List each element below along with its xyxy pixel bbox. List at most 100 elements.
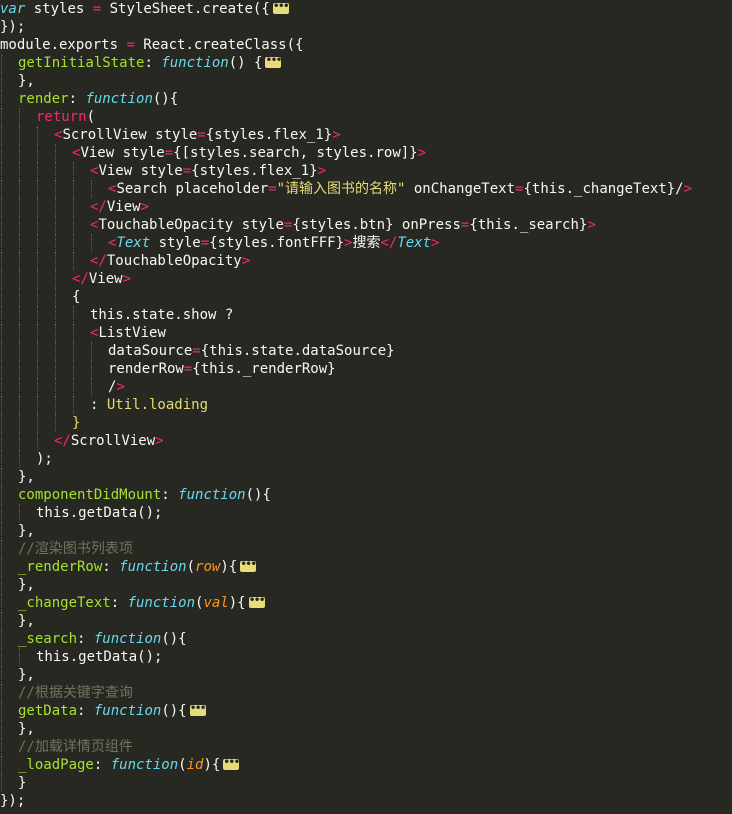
code-token: );: [36, 451, 53, 467]
code-line[interactable]: },: [0, 720, 732, 738]
code-token: "请输入图书的名称": [276, 181, 406, 197]
indent-guide: [1, 756, 2, 774]
indent-guide: [37, 144, 38, 162]
indent-guide: [73, 198, 74, 216]
code-line[interactable]: _search: function(){: [0, 630, 732, 648]
indent-guide: [73, 234, 74, 252]
indent-guide: [55, 270, 56, 288]
indent-guide: [1, 90, 2, 108]
code-line[interactable]: },: [0, 522, 732, 540]
code-token: dataSource: [108, 343, 193, 359]
fold-ellipsis-icon[interactable]: [248, 596, 265, 608]
code-line[interactable]: </TouchableOpacity>: [0, 252, 732, 270]
code-line[interactable]: <TouchableOpacity style={styles.btn} onP…: [0, 216, 732, 234]
code-token: Util.loading: [106, 397, 209, 413]
indent-guide: [19, 270, 20, 288]
code-line[interactable]: this.getData();: [0, 504, 732, 522]
code-line[interactable]: },: [0, 468, 732, 486]
fold-ellipsis-icon[interactable]: [272, 2, 289, 14]
code-line[interactable]: module.exports = React.createClass({: [0, 36, 732, 54]
code-line[interactable]: {: [0, 288, 732, 306]
code-line[interactable]: _loadPage: function(id){: [0, 756, 732, 774]
code-token: },: [18, 667, 35, 683]
code-line[interactable]: },: [0, 612, 732, 630]
code-token: =: [200, 235, 210, 251]
code-line[interactable]: componentDidMount: function(){: [0, 486, 732, 504]
code-line[interactable]: this.getData();: [0, 648, 732, 666]
code-token: {styles.flex_1}: [205, 127, 333, 143]
code-token: :: [102, 559, 120, 575]
code-line[interactable]: <Search placeholder="请输入图书的名称" onChangeT…: [0, 180, 732, 198]
code-line[interactable]: </View>: [0, 270, 732, 288]
code-line[interactable]: </ScrollView>: [0, 432, 732, 450]
code-token: return: [36, 109, 87, 125]
code-line[interactable]: }: [0, 414, 732, 432]
code-token: >: [417, 145, 427, 161]
code-line[interactable]: },: [0, 72, 732, 90]
code-token: Search placeholder: [116, 181, 269, 197]
fold-ellipsis-icon[interactable]: [265, 56, 282, 68]
code-line[interactable]: });: [0, 18, 732, 36]
fold-ellipsis-icon[interactable]: [189, 704, 206, 716]
code-line[interactable]: //加载详情页组件: [0, 738, 732, 756]
code-line[interactable]: : Util.loading: [0, 396, 732, 414]
code-line[interactable]: }: [0, 774, 732, 792]
indent-guide: [19, 180, 20, 198]
code-token: componentDidMount: [18, 487, 162, 503]
code-line[interactable]: },: [0, 666, 732, 684]
code-line[interactable]: this.state.show ?: [0, 306, 732, 324]
code-content: <Text style={styles.fontFFF}>搜索</Text>: [0, 235, 439, 251]
code-token: >: [587, 217, 596, 233]
code-line[interactable]: );: [0, 450, 732, 468]
code-token: >: [122, 271, 132, 287]
code-line[interactable]: return(: [0, 108, 732, 126]
code-line[interactable]: />: [0, 378, 732, 396]
code-content: this.getData();: [0, 649, 162, 665]
code-token: :: [90, 397, 107, 413]
code-line[interactable]: //渲染图书列表项: [0, 540, 732, 558]
indent-guide: [37, 252, 38, 270]
code-line[interactable]: getData: function(){: [0, 702, 732, 720]
code-token: val: [203, 595, 229, 611]
code-line[interactable]: <ListView: [0, 324, 732, 342]
indent-guide: [55, 414, 56, 432]
fold-ellipsis-icon[interactable]: [223, 758, 240, 770]
indent-guide: [1, 666, 2, 684]
code-line[interactable]: <View style={[styles.search, styles.row]…: [0, 144, 732, 162]
code-content: </ScrollView>: [0, 433, 164, 449]
code-token: function: [85, 91, 153, 107]
code-line[interactable]: </View>: [0, 198, 732, 216]
code-line[interactable]: <Text style={styles.fontFFF}>搜索</Text>: [0, 234, 732, 252]
indent-guide: [19, 378, 20, 396]
code-token: {styles.flex_1}: [191, 163, 318, 179]
code-content: _changeText: function(val){: [0, 595, 265, 611]
code-line[interactable]: _changeText: function(val){: [0, 594, 732, 612]
code-line[interactable]: <ScrollView style={styles.flex_1}>: [0, 126, 732, 144]
indent-guide: [1, 468, 2, 486]
code-line[interactable]: //根据关键字查询: [0, 684, 732, 702]
code-line[interactable]: });: [0, 792, 732, 810]
code-line[interactable]: },: [0, 576, 732, 594]
code-token: =: [182, 163, 192, 179]
code-line[interactable]: render: function(){: [0, 90, 732, 108]
code-token: </: [90, 253, 107, 269]
indent-guide: [19, 324, 20, 342]
indent-guide: [19, 252, 20, 270]
code-content: }: [0, 775, 26, 791]
indent-guide: [73, 180, 74, 198]
code-line[interactable]: <View style={styles.flex_1}>: [0, 162, 732, 180]
indent-guide: [91, 234, 92, 252]
code-line[interactable]: _renderRow: function(row){: [0, 558, 732, 576]
code-line[interactable]: renderRow={this._renderRow}: [0, 360, 732, 378]
code-token: :: [68, 91, 86, 107]
code-line[interactable]: getInitialState: function() {: [0, 54, 732, 72]
indent-guide: [37, 360, 38, 378]
code-token: 搜索: [352, 235, 381, 251]
code-editor[interactable]: var styles = StyleSheet.create({}); modul…: [0, 0, 732, 814]
code-token: },: [18, 613, 35, 629]
fold-ellipsis-icon[interactable]: [240, 560, 257, 572]
code-token: >: [431, 235, 440, 251]
code-line[interactable]: var styles = StyleSheet.create({: [0, 0, 732, 18]
code-token: TouchableOpacity style: [98, 217, 284, 233]
code-line[interactable]: dataSource={this.state.dataSource}: [0, 342, 732, 360]
